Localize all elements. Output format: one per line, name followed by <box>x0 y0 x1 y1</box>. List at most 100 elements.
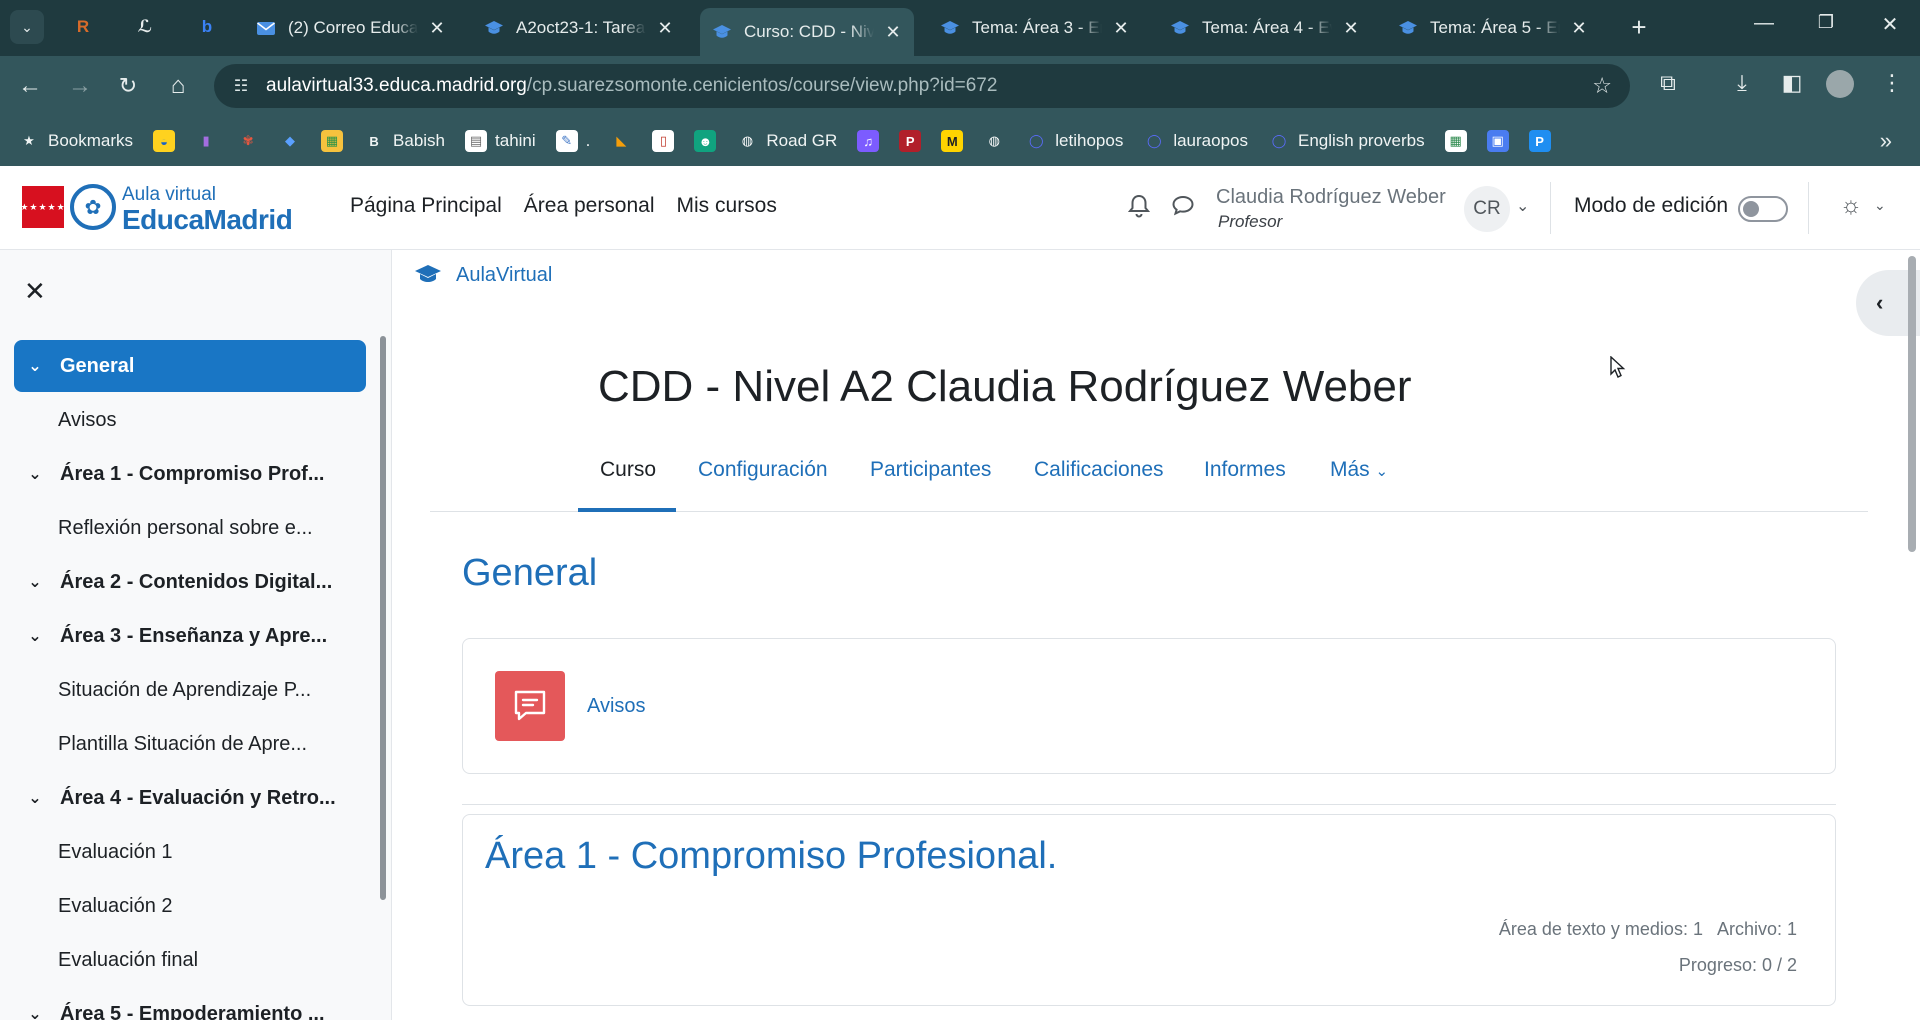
browser-tab-4[interactable]: Tema: Área 3 - En ✕ <box>928 8 1142 48</box>
tab-search-button[interactable]: ⌄ <box>10 10 44 44</box>
user-avatar[interactable]: CR <box>1464 186 1510 232</box>
theme-settings-icon[interactable]: ☼ <box>1840 192 1862 220</box>
course-index-activity[interactable]: Evaluación 1 <box>14 826 366 878</box>
notifications-bell-icon[interactable] <box>1124 194 1154 224</box>
tab-close-icon[interactable]: ✕ <box>884 22 902 43</box>
section-title-general[interactable]: General <box>462 552 597 595</box>
chevron-down-icon[interactable]: ⌄ <box>24 464 46 484</box>
comunidad-madrid-logo[interactable]: ★★★★★★★ <box>11 186 74 228</box>
logo-bottom-text[interactable]: EducaMadrid <box>122 204 293 236</box>
bookmark-icon-23[interactable]: P <box>1528 130 1551 152</box>
tab-calificaciones[interactable]: Calificaciones <box>1034 458 1164 482</box>
bookmarks-overflow-icon[interactable]: » <box>1880 128 1892 154</box>
nav-area-personal[interactable]: Área personal <box>524 194 655 218</box>
logo-top-text[interactable]: Aula virtual <box>122 184 216 206</box>
pinned-tab-l[interactable]: ℒ <box>132 14 158 40</box>
course-index-section[interactable]: ⌄ General <box>14 340 366 392</box>
course-index-activity[interactable]: Evaluación final <box>14 934 366 986</box>
tab-close-icon[interactable]: ✕ <box>1570 18 1588 39</box>
bookmark-babish[interactable]: B Babish <box>363 130 445 152</box>
nav-pagina-principal[interactable]: Página Principal <box>350 194 502 218</box>
bookmark-icon-17[interactable]: ◍ <box>983 130 1005 152</box>
chevron-down-icon[interactable]: ⌄ <box>24 356 46 376</box>
bookmark-road-gr[interactable]: ◍ Road GR <box>736 130 838 152</box>
browser-tab-6[interactable]: Tema: Área 5 - Em ✕ <box>1386 8 1600 48</box>
course-index-section[interactable]: ⌄ Área 2 - Contenidos Digital... <box>14 556 366 608</box>
course-index-activity[interactable]: Reflexión personal sobre e... <box>14 502 366 554</box>
browser-tab-3[interactable]: Curso: CDD - Niv ✕ <box>700 8 914 56</box>
bookmark-dot[interactable]: ✎. <box>555 130 590 152</box>
drawer-scrollbar[interactable] <box>380 336 386 900</box>
extensions-icon[interactable]: ⧉ <box>1652 70 1684 96</box>
browser-tab-5[interactable]: Tema: Área 4 - Ev ✕ <box>1158 8 1372 48</box>
bookmark-icon-14[interactable]: ♫ <box>857 130 880 152</box>
bookmark-icon-2[interactable]: ◒ <box>153 130 176 152</box>
tab-mas[interactable]: Más ⌄ <box>1330 458 1388 482</box>
back-button[interactable]: ← <box>14 70 46 102</box>
course-index-activity[interactable]: Evaluación 2 <box>14 880 366 932</box>
tab-close-icon[interactable]: ✕ <box>428 18 446 39</box>
tab-close-icon[interactable]: ✕ <box>1112 18 1130 39</box>
site-info-icon[interactable]: ☷ <box>230 76 252 96</box>
tab-informes[interactable]: Informes <box>1204 458 1286 482</box>
profile-avatar-icon[interactable] <box>1824 70 1856 104</box>
nav-mis-cursos[interactable]: Mis cursos <box>677 194 777 218</box>
chevron-down-icon[interactable]: ⌄ <box>24 626 46 646</box>
close-drawer-icon[interactable]: ✕ <box>24 276 46 307</box>
course-index-section[interactable]: ⌄ Área 1 - Compromiso Prof... <box>14 448 366 500</box>
new-tab-button[interactable]: + <box>1624 12 1654 43</box>
page-scrollbar[interactable] <box>1908 256 1916 552</box>
course-index-section[interactable]: ⌄ Área 3 - Enseñanza y Apre... <box>14 610 366 662</box>
bookmark-icon-10[interactable]: ◣ <box>610 130 632 152</box>
bookmark-icon-6[interactable]: ▦ <box>321 130 344 152</box>
breadcrumb-aulavirtual[interactable]: AulaVirtual <box>456 264 552 287</box>
tab-configuracion[interactable]: Configuración <box>698 458 828 482</box>
pinned-tab-bing[interactable]: b <box>194 14 220 40</box>
bookmark-icon-5[interactable]: ◆ <box>279 130 301 152</box>
browser-menu-icon[interactable]: ⋮ <box>1876 70 1908 96</box>
activity-link-avisos[interactable]: Avisos <box>587 695 646 718</box>
course-index-activity[interactable]: Situación de Aprendizaje P... <box>14 664 366 716</box>
messages-icon[interactable] <box>1168 194 1198 222</box>
chevron-down-icon[interactable]: ⌄ <box>24 1004 46 1020</box>
forward-button[interactable]: → <box>64 70 96 102</box>
section-title-area1[interactable]: Área 1 - Compromiso Profesional. <box>485 835 1057 878</box>
user-menu-chevron-down-icon[interactable]: ⌄ <box>1516 196 1529 216</box>
bookmark-icon-15[interactable]: P <box>899 130 922 152</box>
bookmark-icon-3[interactable]: ▮ <box>195 130 217 152</box>
address-bar[interactable]: ☷ aulavirtual33.educa.madrid.org/cp.suar… <box>214 64 1630 108</box>
bookmark-tahini[interactable]: ▤ tahini <box>465 130 536 152</box>
course-index-section[interactable]: ⌄ Área 4 - Evaluación y Retro... <box>14 772 366 824</box>
chevron-down-icon[interactable]: ⌄ <box>24 788 46 808</box>
course-index-activity[interactable]: Plantilla Situación de Apre... <box>14 718 366 770</box>
tab-curso[interactable]: Curso <box>600 458 656 482</box>
theme-chevron-down-icon[interactable]: ⌄ <box>1874 197 1886 214</box>
chevron-down-icon[interactable]: ⌄ <box>24 572 46 592</box>
bookmark-icon-12[interactable]: ☻ <box>694 130 717 152</box>
bookmark-icon-21[interactable]: ▦ <box>1444 130 1467 152</box>
download-icon[interactable]: ⤓ <box>1726 70 1758 96</box>
bookmark-icon-4[interactable]: ✾ <box>237 130 259 152</box>
bookmark-icon-11[interactable]: ▯ <box>652 130 675 152</box>
edit-mode-toggle[interactable] <box>1738 196 1788 222</box>
forum-icon[interactable] <box>495 671 565 741</box>
pinned-tab-r[interactable]: R <box>70 14 96 40</box>
home-button[interactable]: ⌂ <box>162 70 194 102</box>
bookmark-bookmarks[interactable]: ★ Bookmarks <box>18 130 133 152</box>
tab-close-icon[interactable]: ✕ <box>656 18 674 39</box>
bookmark-star-icon[interactable]: ☆ <box>1592 73 1612 99</box>
browser-tab-2[interactable]: A2oct23-1: Tarea ✕ <box>472 8 686 48</box>
bookmark-letihopos[interactable]: ◯ letihopos <box>1025 130 1123 152</box>
bookmark-lauraopos[interactable]: ◯ lauraopos <box>1143 130 1248 152</box>
reload-button[interactable]: ↻ <box>112 70 144 102</box>
tab-close-icon[interactable]: ✕ <box>1342 18 1360 39</box>
educamadrid-emblem-icon[interactable]: ✿ <box>70 184 116 230</box>
bookmark-icon-22[interactable]: ▣ <box>1486 130 1509 152</box>
course-index-section[interactable]: ⌄ Área 5 - Empoderamiento ... <box>14 988 366 1020</box>
bookmark-english-proverbs[interactable]: ◯ English proverbs <box>1268 130 1425 152</box>
browser-tab-1[interactable]: (2) Correo Educa ✕ <box>244 8 458 48</box>
side-panel-icon[interactable]: ◧ <box>1776 70 1808 96</box>
bookmark-icon-16[interactable]: M <box>941 130 964 152</box>
restore-button[interactable]: ❐ <box>1806 12 1846 33</box>
tab-participantes[interactable]: Participantes <box>870 458 991 482</box>
